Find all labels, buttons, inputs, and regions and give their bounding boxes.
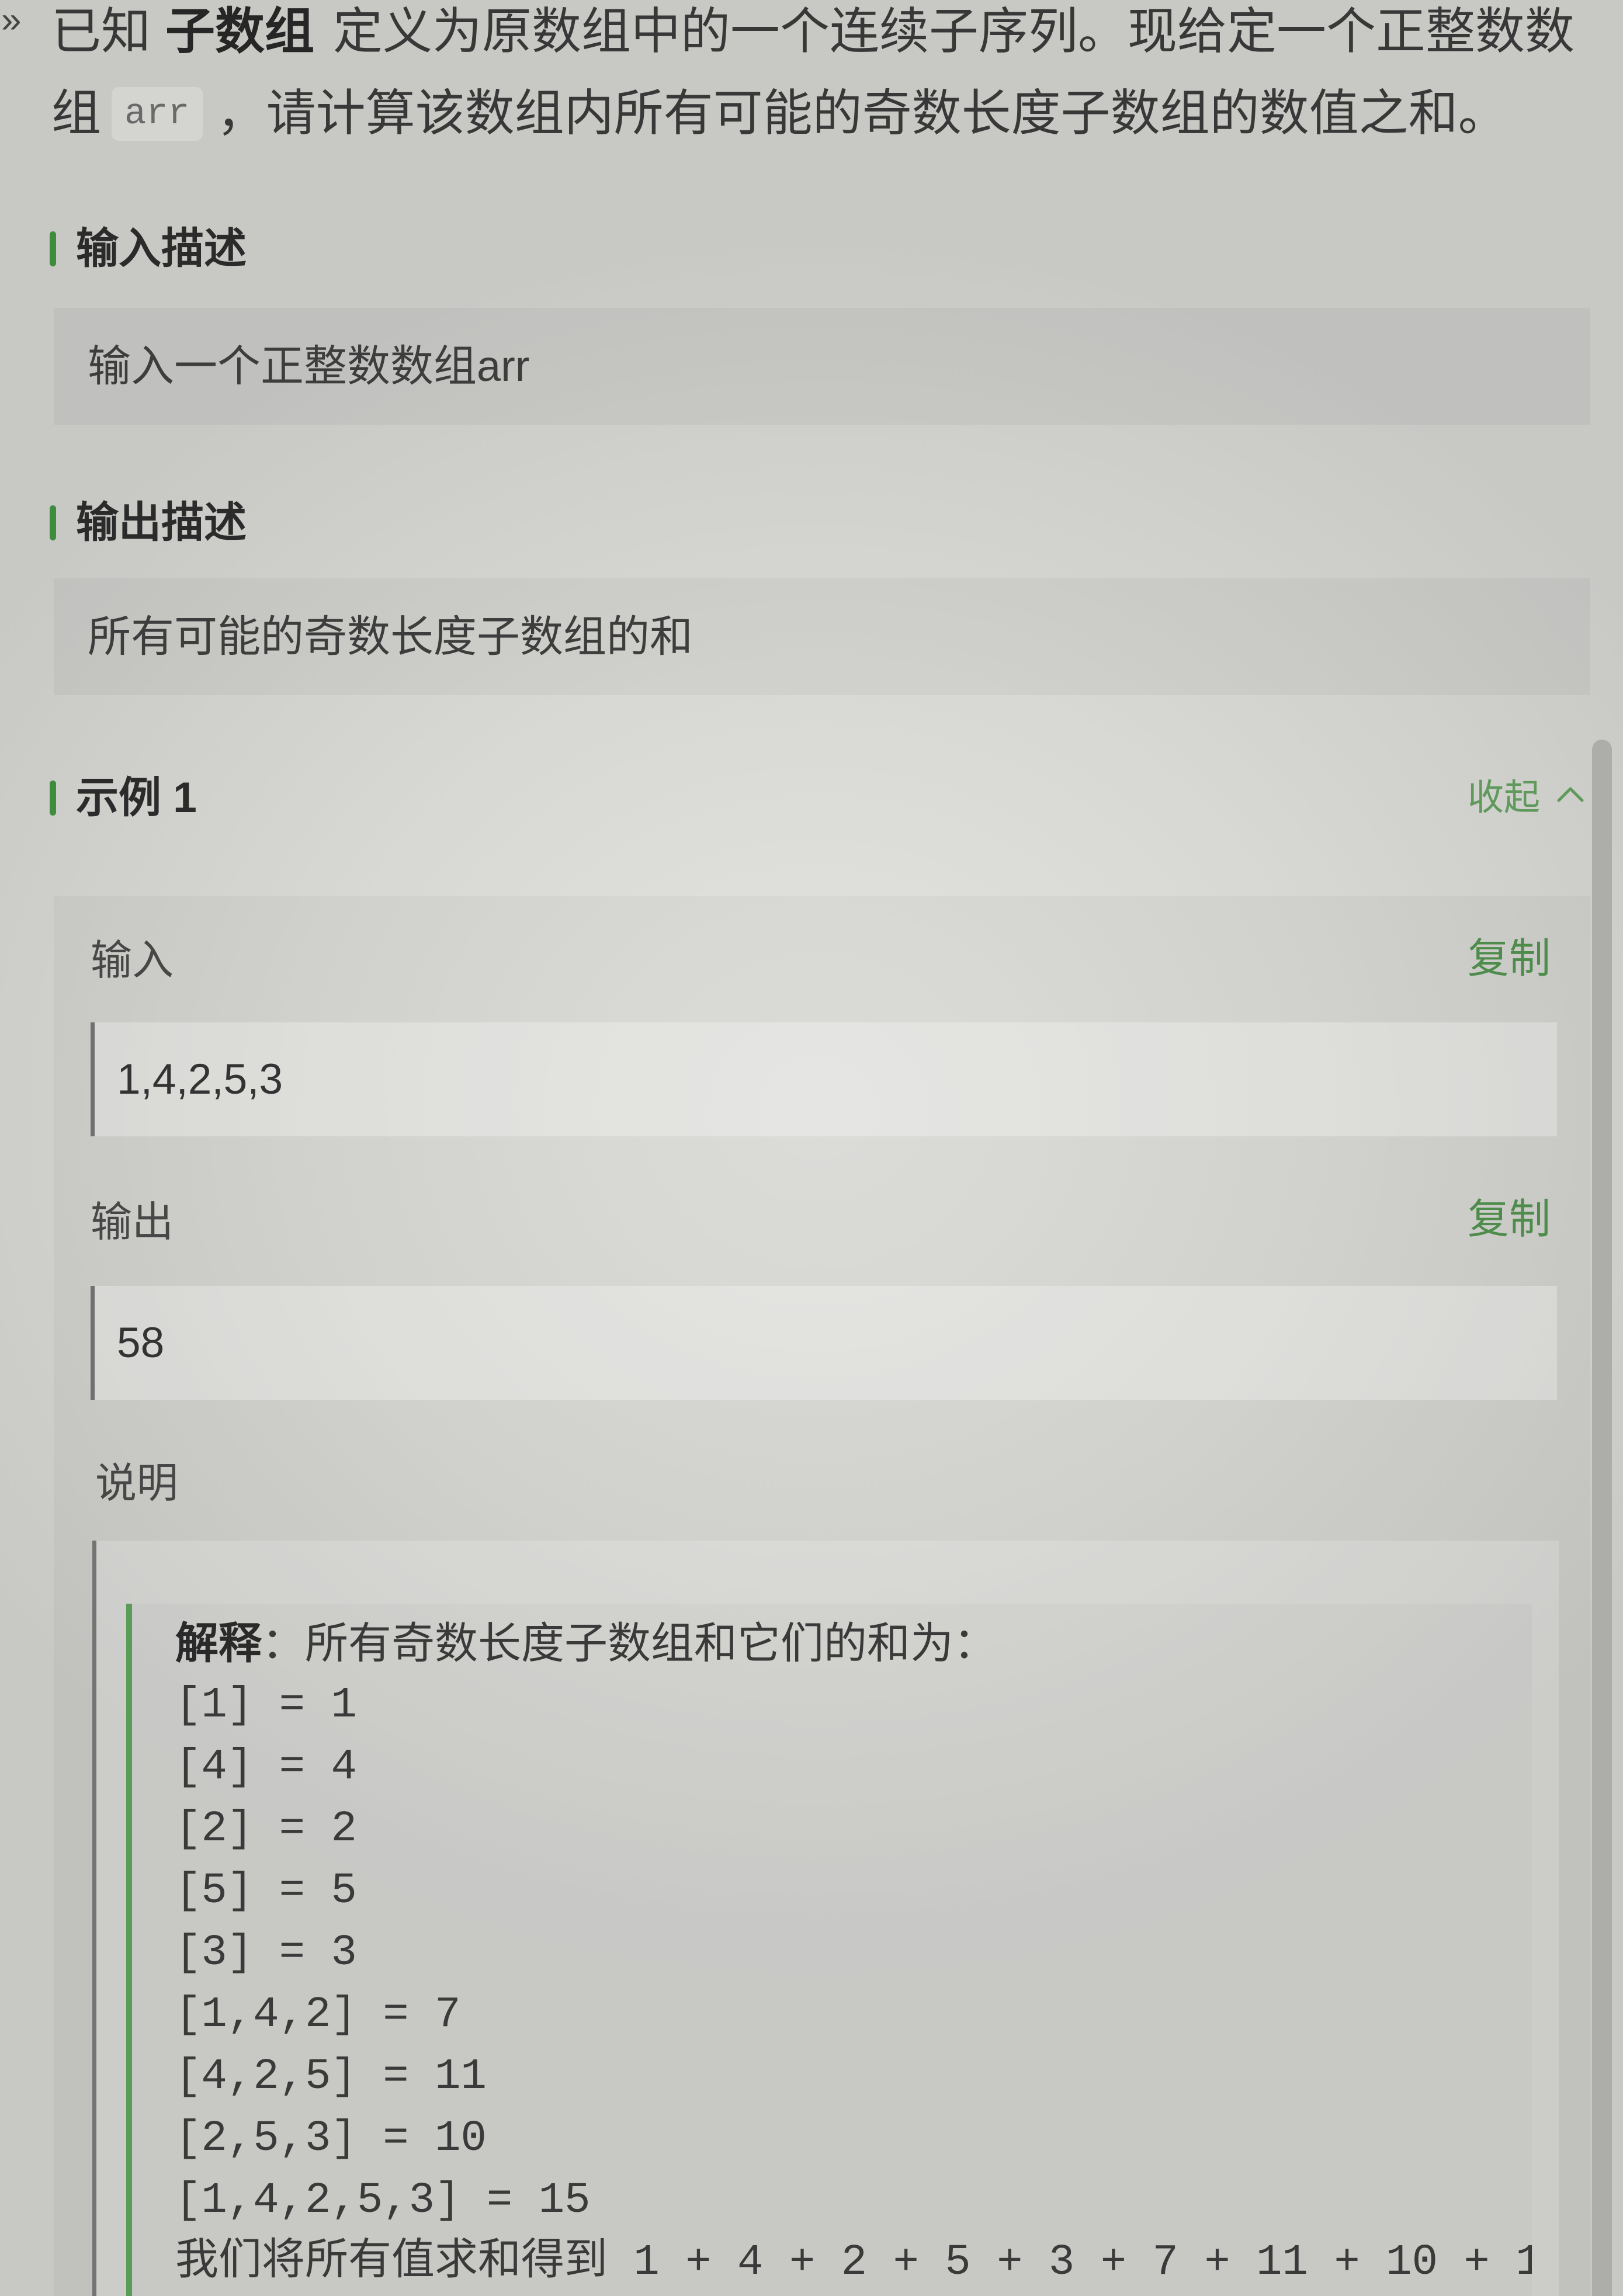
- inline-code-arr: arr: [112, 87, 203, 141]
- heading-accent-bar: [50, 781, 56, 816]
- input-description-heading: 输入描述: [50, 226, 751, 272]
- expand-panel-button[interactable]: »: [1, 2, 21, 39]
- example-heading: 示例 1: [50, 775, 751, 821]
- heading-text: 输出描述: [76, 499, 247, 546]
- explanation-summary: 我们将所有值求和得到 1 + 4 + 2 + 5 + 3 + 7 + 11 + …: [175, 2238, 1532, 2287]
- problem-description: 已知 子数组 定义为原数组中的一个连续子序列。现给定一个正整数数 组 arr ，…: [51, 0, 1594, 155]
- description-text: 组: [51, 86, 102, 141]
- input-description-text: 输入一个正整数数组arr: [88, 342, 530, 390]
- output-description-box: 所有可能的奇数长度子数组的和: [54, 578, 1590, 695]
- explanation-line: [1] = 1: [175, 1681, 357, 1730]
- heading-accent-bar: [50, 231, 56, 266]
- explanation-line: [3] = 3: [175, 1929, 357, 1978]
- copy-output-button[interactable]: 复制: [1468, 1196, 1551, 1243]
- explanation-line: [2] = 2: [175, 1805, 357, 1854]
- copy-input-button[interactable]: 复制: [1468, 936, 1551, 983]
- explanation-box: 解释：所有奇数长度子数组和它们的和为： [1] = 1 [4] = 4 [2] …: [92, 1541, 1559, 2296]
- output-description-heading: 输出描述: [50, 500, 751, 546]
- explanation-line: [4,2,5] = 11: [175, 2052, 487, 2101]
- example-output-label: 输出: [91, 1199, 174, 1246]
- description-line-2: 组 arr ，请计算该数组内所有可能的奇数长度子数组的数值之和。: [51, 73, 1594, 155]
- description-text: ，请计算该数组内所有可能的奇数长度子数组的数值之和。: [216, 86, 1508, 141]
- example-input-value: 1,4,2,5,3: [117, 1056, 283, 1103]
- example-input-label: 输入: [91, 938, 174, 984]
- explanation-line: [2,5,3] = 10: [175, 2114, 487, 2163]
- explanation-lead-bold: 解释: [175, 1619, 262, 1667]
- input-description-box: 输入一个正整数数组arr: [54, 308, 1590, 425]
- description-text: 已知: [51, 4, 151, 60]
- collapse-label: 收起: [1468, 778, 1541, 818]
- term-subarray: 子数组: [165, 4, 315, 60]
- heading-text: 输入描述: [76, 225, 247, 272]
- description-line-1: 已知 子数组 定义为原数组中的一个连续子序列。现给定一个正整数数: [51, 0, 1594, 73]
- explanation-line: [1,4,2,5,3] = 15: [175, 2176, 591, 2225]
- explanation-line: [5] = 5: [175, 1867, 357, 1916]
- explanation-lead-text: ：所有奇数长度子数组和它们的和为：: [262, 1619, 997, 1667]
- explanation-lead: 解释：所有奇数长度子数组和它们的和为：: [175, 1612, 1532, 1674]
- collapse-example-button[interactable]: 收起: [1468, 771, 1584, 818]
- heading-accent-bar: [50, 505, 56, 540]
- heading-text: 示例 1: [76, 774, 197, 821]
- example-output-value: 58: [117, 1319, 165, 1366]
- explanation-label: 说明: [95, 1461, 179, 1507]
- chevron-up-icon: [1557, 787, 1584, 802]
- output-description-text: 所有可能的奇数长度子数组的和: [88, 612, 693, 661]
- example-output-box: 58: [91, 1286, 1557, 1400]
- example-card: 输入 复制 1,4,2,5,3 输出 复制 58 说明 解释：所有奇数长度子数组…: [54, 896, 1590, 2296]
- example-input-box: 1,4,2,5,3: [91, 1022, 1557, 1136]
- explanation-line: [1,4,2] = 7: [175, 1990, 461, 2040]
- description-text: 定义为原数组中的一个连续子序列。现给定一个正整数数: [333, 4, 1575, 60]
- explanation-line: [4] = 4: [175, 1743, 357, 1792]
- vertical-scrollbar[interactable]: [1592, 740, 1612, 2296]
- explanation-quote: 解释：所有奇数长度子数组和它们的和为： [1] = 1 [4] = 4 [2] …: [126, 1604, 1532, 2296]
